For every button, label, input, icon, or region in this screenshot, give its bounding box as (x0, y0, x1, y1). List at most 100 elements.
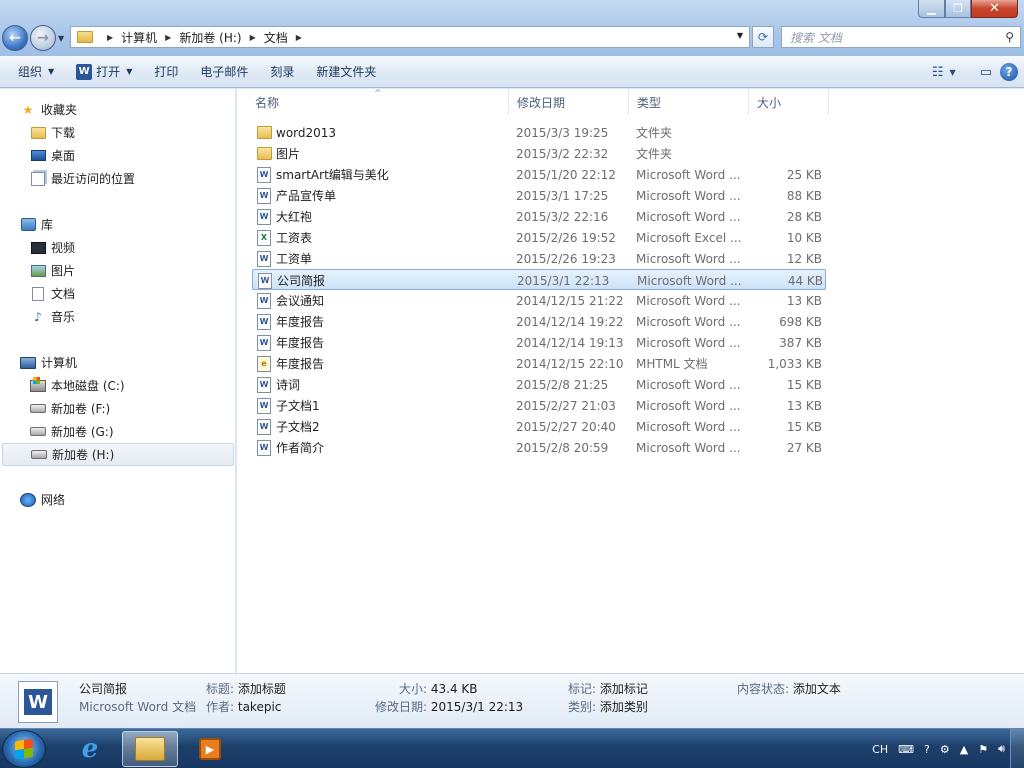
show-desktop-button[interactable] (1010, 729, 1024, 768)
sidebar-item-drive-h[interactable]: 新加卷 (H:) (2, 443, 234, 466)
language-indicator[interactable]: CH (872, 743, 888, 756)
file-row[interactable]: W 诗词 2015/2/8 21:25 Microsoft Word ... 15 KB (252, 374, 826, 395)
chevron-right-icon[interactable]: ▶ (296, 33, 302, 42)
details-category-value[interactable]: 添加类别 (600, 700, 648, 714)
file-row[interactable]: W 产品宣传单 2015/3/1 17:25 Microsoft Word ... 88… (252, 185, 826, 206)
sidebar-item-downloads[interactable]: 下载 (0, 121, 236, 144)
show-hidden-icons-icon[interactable]: ▲ (960, 743, 968, 756)
file-row[interactable]: W 会议通知 2014/12/15 21:22 Microsoft Word ... 1… (252, 290, 826, 311)
column-header-type[interactable]: 类型 (629, 89, 749, 115)
sidebar-item-label: 下载 (51, 126, 76, 140)
file-row[interactable]: X 工资表 2015/2/26 19:52 Microsoft Excel ... 10… (252, 227, 826, 248)
forward-button[interactable]: → (30, 25, 56, 51)
address-bar[interactable]: ▶ 计算机 ▶ 新加卷 (H:) ▶ 文档 ▶ ▼ (70, 26, 750, 48)
sidebar-item-computer[interactable]: 计算机 (0, 351, 236, 374)
sidebar-item-desktop[interactable]: 桌面 (0, 144, 236, 167)
sidebar-item-label: 本地磁盘 (C:) (51, 379, 125, 393)
taskbar-internet-explorer[interactable]: e (62, 731, 118, 767)
file-row[interactable]: W 大红袍 2015/3/2 22:16 Microsoft Word ... 28 K… (252, 206, 826, 227)
search-input[interactable]: 搜索 文档 ⚲ (781, 26, 1021, 48)
computer-icon (20, 355, 36, 371)
file-row[interactable]: W 子文档1 2015/2/27 21:03 Microsoft Word ... 13… (252, 395, 826, 416)
view-mode-icon[interactable]: ☷ (932, 65, 944, 80)
file-row[interactable]: W 工资单 2015/2/26 19:23 Microsoft Word ... 12 … (252, 248, 826, 269)
chevron-down-icon[interactable]: ▼ (126, 67, 132, 76)
file-name: 年度报告 (276, 315, 325, 329)
file-row[interactable]: 图片 2015/3/2 22:32 文件夹 (252, 143, 826, 164)
chevron-down-icon[interactable]: ▼ (950, 68, 956, 77)
notification-flag-icon[interactable]: ⚑ (978, 743, 988, 756)
breadcrumb-item[interactable]: 计算机 (121, 29, 157, 46)
column-header-size[interactable]: 大小 (749, 89, 829, 115)
recent-pages-dropdown[interactable]: ▼ (58, 34, 64, 43)
volume-icon[interactable]: 🔊︎ (998, 742, 1005, 756)
file-size: 12 KB (786, 251, 822, 266)
breadcrumb-item[interactable]: 新加卷 (H:) (179, 29, 241, 46)
file-name: 会议通知 (276, 294, 325, 308)
settings-icon[interactable]: ⚙ (940, 743, 950, 756)
details-title-value[interactable]: 添加标题 (238, 682, 286, 696)
file-row[interactable]: W 公司简报 2015/3/1 22:13 Microsoft Word ... 44 … (252, 269, 826, 290)
column-header-date[interactable]: 修改日期 (509, 89, 629, 115)
sidebar-item-drive-f[interactable]: 新加卷 (F:) (0, 397, 236, 420)
sidebar-item-favorites[interactable]: ★ 收藏夹 (0, 98, 236, 121)
sidebar-item-libraries[interactable]: 库 (0, 213, 236, 236)
file-name: smartArt编辑与美化 (276, 168, 389, 182)
taskbar-media-player[interactable]: ▶ (182, 731, 238, 767)
file-date: 2015/2/8 21:25 (516, 377, 609, 392)
print-button[interactable]: 打印 (143, 60, 189, 84)
file-date: 2015/2/26 19:52 (516, 230, 616, 245)
chevron-right-icon[interactable]: ▶ (165, 33, 171, 42)
file-date: 2014/12/15 22:10 (516, 356, 624, 371)
file-row[interactable]: WsmartArt编辑与美化 2015/1/20 22:12 Microsoft W… (252, 164, 826, 185)
help-button[interactable]: ? (1000, 63, 1018, 81)
sidebar-item-label: 计算机 (41, 356, 78, 370)
refresh-button[interactable]: ⟳ (752, 26, 774, 48)
hard-drive-icon (31, 447, 47, 463)
file-date: 2015/1/20 22:12 (516, 167, 616, 182)
title-bar: ▁ ❐ ✕ ← → ▼ ▶ 计算机 ▶ 新加卷 (H:) ▶ 文档 ▶ ▼ ⟳ … (0, 0, 1024, 56)
chevron-right-icon[interactable]: ▶ (250, 33, 256, 42)
breadcrumb-item[interactable]: 文档 (264, 29, 288, 46)
search-icon[interactable]: ⚲ (1005, 30, 1014, 44)
file-name-cell: W 子文档1 (256, 395, 506, 416)
address-history-dropdown[interactable]: ▼ (737, 31, 743, 40)
sidebar-item-label: 网络 (41, 493, 66, 507)
details-content-value[interactable]: 添加文本 (793, 682, 841, 696)
back-button[interactable]: ← (2, 25, 28, 51)
file-type: MHTML 文档 (636, 357, 708, 371)
sidebar-item-videos[interactable]: 视频 (0, 236, 236, 259)
burn-button[interactable]: 刻录 (259, 60, 305, 84)
sidebar-item-drive-c[interactable]: 本地磁盘 (C:) (0, 374, 236, 397)
organize-button[interactable]: 组织 ▼ (7, 60, 65, 84)
maximize-button[interactable]: ❐ (945, 0, 971, 18)
new-folder-button[interactable]: 新建文件夹 (305, 60, 387, 84)
file-date: 2015/3/2 22:16 (516, 209, 609, 224)
minimize-button[interactable]: ▁ (918, 0, 945, 18)
file-row[interactable]: word2013 2015/3/3 19:25 文件夹 (252, 122, 826, 143)
open-button[interactable]: W 打开 ▼ (65, 60, 143, 84)
sidebar-item-drive-g[interactable]: 新加卷 (G:) (0, 420, 236, 443)
start-button[interactable] (2, 730, 46, 768)
computer-group: 计算机 本地磁盘 (C:) 新加卷 (F:) 新加卷 (G:) 新加卷 (H:) (0, 351, 236, 466)
keyboard-icon[interactable]: ⌨ (898, 743, 914, 756)
details-author-value[interactable]: takepic (238, 700, 282, 714)
file-row[interactable]: e 年度报告 2014/12/15 22:10 MHTML 文档 1,033 KB (252, 353, 826, 374)
taskbar-windows-explorer[interactable] (122, 731, 178, 767)
help-icon[interactable]: ? (924, 743, 930, 756)
sidebar-item-recent-places[interactable]: 最近访问的位置 (0, 167, 236, 190)
sidebar-item-pictures[interactable]: 图片 (0, 259, 236, 282)
file-row[interactable]: W 年度报告 2014/12/14 19:22 Microsoft Word ... 6… (252, 311, 826, 332)
details-tags-value[interactable]: 添加标记 (600, 682, 648, 696)
file-row[interactable]: W 作者简介 2015/2/8 20:59 Microsoft Word ... 27 … (252, 437, 826, 458)
preview-pane-icon[interactable]: ▭ (980, 65, 992, 80)
close-button[interactable]: ✕ (971, 0, 1018, 18)
file-row[interactable]: W 年度报告 2014/12/14 19:13 Microsoft Word ... 3… (252, 332, 826, 353)
sidebar-item-documents[interactable]: 文档 (0, 282, 236, 305)
email-button[interactable]: 电子邮件 (189, 60, 259, 84)
sidebar-item-network[interactable]: 网络 (0, 488, 236, 511)
sidebar-item-music[interactable]: ♪ 音乐 (0, 305, 236, 328)
file-name-cell: X 工资表 (256, 227, 506, 248)
file-row[interactable]: W 子文档2 2015/2/27 20:40 Microsoft Word ... 15… (252, 416, 826, 437)
chevron-right-icon[interactable]: ▶ (107, 33, 113, 42)
